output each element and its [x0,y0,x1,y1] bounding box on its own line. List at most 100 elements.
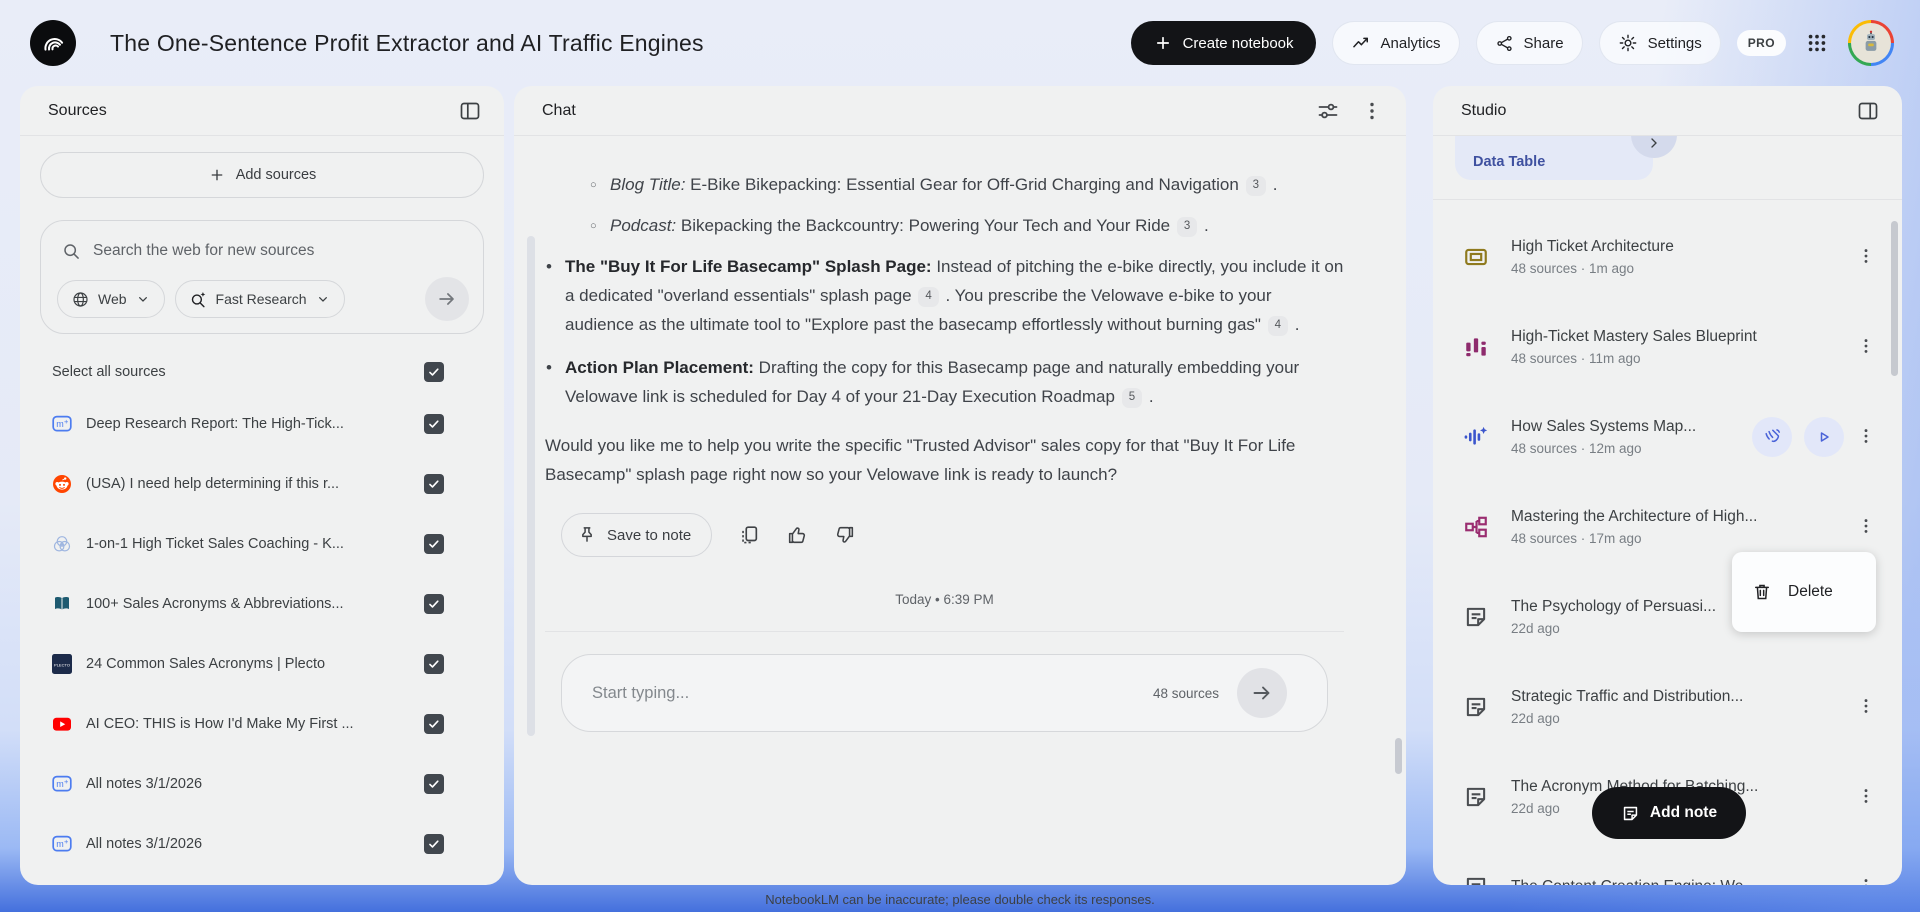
add-sources-button[interactable]: Add sources [40,152,484,198]
item-more-options-icon[interactable] [1856,786,1876,808]
add-note-button[interactable]: Add note [1592,787,1746,839]
sources-panel-title: Sources [48,101,107,119]
citation-chip[interactable]: 4 [1267,316,1289,336]
collapse-panel-icon[interactable] [1856,99,1880,123]
item-more-options-icon[interactable] [1856,246,1876,268]
chat-scrollbar[interactable] [1395,738,1402,774]
source-title: All notes 3/1/2026 [86,836,203,852]
studio-item-meta: 48 sources · 1m ago [1511,261,1635,276]
studio-list-item[interactable]: The Content Creation Engine: Wee... [1433,842,1902,885]
search-submit-button[interactable] [425,277,469,321]
research-sparkle-icon [189,290,208,309]
book-icon [52,594,72,614]
collapse-panel-icon[interactable] [458,99,482,123]
data-table-chip[interactable]: Data Table [1455,136,1653,180]
notebooklm-logo-icon[interactable] [30,20,76,66]
note-icon [1463,694,1489,720]
source-list-item[interactable]: m + All notes 3/1/2026 [20,814,504,874]
send-message-button[interactable] [1237,668,1287,718]
more-options-icon[interactable] [1360,99,1384,123]
source-checkbox[interactable] [424,714,444,734]
apps-grid-icon[interactable] [1802,28,1832,58]
studio-list-item[interactable]: How Sales Systems Map... 48 sources · 12m… [1433,392,1902,482]
item-more-options-icon[interactable] [1856,336,1876,358]
source-checkbox[interactable] [424,834,444,854]
source-list-item[interactable]: AI CEO: THIS is How I'd Make My First ..… [20,694,504,754]
analytics-button[interactable]: Analytics [1331,21,1460,65]
avatar[interactable] [1848,20,1894,66]
source-title: 100+ Sales Acronyms & Abbreviations... [86,596,344,612]
message-text: Would you like me to help you write the … [545,436,1296,484]
item-more-options-icon[interactable] [1856,696,1876,718]
citation-chip[interactable]: 5 [1121,388,1143,408]
tune-settings-icon[interactable] [1316,99,1340,123]
interactive-mode-button[interactable] [1752,417,1792,457]
studio-item-title: The Content Creation Engine: Wee... [1511,878,1761,885]
source-list-item[interactable]: (USA) I need help determining if this r.… [20,454,504,514]
source-checkbox[interactable] [424,474,444,494]
svg-text:m: m [56,419,64,429]
citation-chip[interactable]: 3 [1176,217,1198,237]
studio-item-title: High Ticket Architecture [1511,238,1674,255]
item-more-options-icon[interactable] [1856,876,1876,885]
settings-button[interactable]: Settings [1598,21,1721,65]
studio-list-item[interactable]: High-Ticket Mastery Sales Blueprint 48 so… [1433,302,1902,392]
svg-text:PLECTO: PLECTO [54,662,70,667]
studio-item-meta: 48 sources · 11m ago [1511,351,1641,366]
source-list-item[interactable]: m + Deep Research Report: The High-Tick... [20,394,504,454]
item-more-options-icon[interactable] [1856,516,1876,538]
studio-list: High Ticket Architecture 48 sources · 1m … [1433,200,1902,885]
source-checkbox[interactable] [424,414,444,434]
search-input[interactable]: Search the web for new sources [57,235,469,277]
message-text: Bikepacking the Backcountry: Powering Yo… [680,216,1175,235]
select-all-checkbox[interactable] [424,362,444,382]
search-placeholder: Search the web for new sources [93,242,315,259]
source-list-item[interactable]: 100+ Sales Acronyms & Abbreviations... [20,574,504,634]
sources-panel: Sources Add sources Search the web for n… [20,86,504,885]
pin-icon [577,525,597,545]
copy-icon[interactable] [738,524,760,546]
disclaimer-text: NotebookLM can be inaccurate; please dou… [765,892,1155,907]
create-notebook-button[interactable]: Create notebook [1130,21,1316,65]
studio-list-item[interactable]: Strategic Traffic and Distribution... 22d… [1433,662,1902,752]
source-checkbox[interactable] [424,534,444,554]
plus-icon [208,166,226,184]
bar-chart-icon [1463,334,1489,360]
citation-chip[interactable]: 4 [918,287,939,307]
thumbs-up-icon[interactable] [786,524,808,546]
studio-scrollbar[interactable] [1891,221,1898,376]
select-all-label: Select all sources [52,364,166,380]
research-mode-dropdown[interactable]: Fast Research [174,280,345,318]
svg-text:m: m [56,779,64,789]
studio-item-title: The Psychology of Persuasi... [1511,598,1717,615]
source-checkbox[interactable] [424,594,444,614]
source-title: (USA) I need help determining if this r.… [86,476,340,492]
svg-text:+: + [64,837,69,846]
thumbs-down-icon[interactable] [834,524,856,546]
studio-panel: Studio Data Table High Ticket Architectu… [1433,86,1902,885]
source-checkbox[interactable] [424,654,444,674]
studio-item-meta: 22d ago [1511,621,1560,636]
source-list-item[interactable]: 1-on-1 High Ticket Sales Coaching - K... [20,514,504,574]
reddit-icon [52,474,72,494]
panel-resize-handle[interactable] [527,236,535,736]
studio-list-item[interactable]: High Ticket Architecture 48 sources · 1m … [1433,212,1902,302]
svg-text:+: + [64,417,69,426]
gear-icon [1618,33,1638,53]
citation-chip[interactable]: 3 [1245,176,1266,196]
save-to-note-button[interactable]: Save to note [561,513,713,557]
trash-icon [1752,582,1772,602]
delete-menu-item[interactable]: Delete [1732,552,1876,632]
chat-input[interactable]: Start typing... 48 sources [561,654,1328,732]
source-checkbox[interactable] [424,774,444,794]
source-list-item[interactable]: m + All notes 3/1/2026 [20,754,504,814]
flashcards-icon [1463,244,1489,270]
flowchart-icon [1463,514,1489,540]
web-source-dropdown[interactable]: Web [57,280,165,318]
play-button[interactable] [1804,417,1844,457]
message-text: . [1199,216,1209,235]
notebook-title[interactable]: The One-Sentence Profit Extractor and AI… [110,30,704,57]
item-more-options-icon[interactable] [1856,426,1876,448]
share-button[interactable]: Share [1475,21,1583,65]
source-list-item[interactable]: PLECTO 24 Common Sales Acronyms | Plecto [20,634,504,694]
